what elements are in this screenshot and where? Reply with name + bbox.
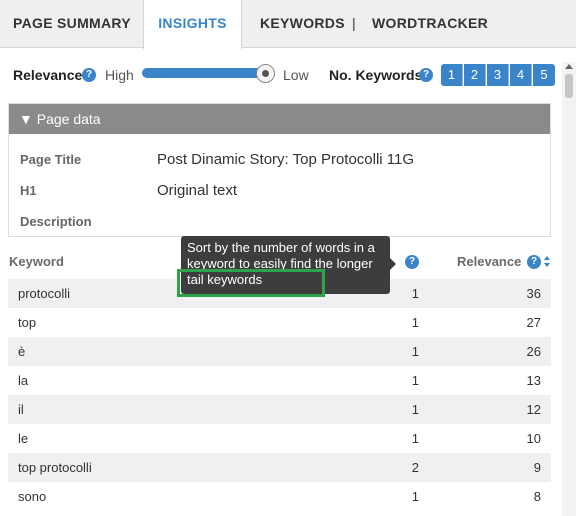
num-keywords-button-5[interactable]: 5 <box>533 64 555 86</box>
keyword-cell: il <box>18 402 24 417</box>
num-keywords-button-4[interactable]: 4 <box>510 64 532 86</box>
keyword-cell: top <box>18 315 37 330</box>
page-data-toggle[interactable]: ▼ Page data <box>9 104 550 134</box>
low-label: Low <box>283 67 309 83</box>
table-row[interactable]: le 1 10 <box>8 424 551 453</box>
keyword-cell: protocolli <box>18 286 71 301</box>
keyword-cell: è <box>18 344 26 359</box>
words-help-icon[interactable]: ? <box>405 255 419 269</box>
keyword-cell: le <box>18 431 29 446</box>
words-cell: 1 <box>411 402 419 417</box>
scrollbar[interactable] <box>562 62 576 516</box>
table-row[interactable]: top protocolli 2 9 <box>8 453 551 482</box>
sort-icon[interactable] <box>544 256 550 268</box>
words-cell: 1 <box>411 344 419 359</box>
num-keywords-help-icon[interactable]: ? <box>419 68 433 82</box>
high-label: High <box>105 67 134 83</box>
words-cell: 1 <box>411 373 419 388</box>
table-row[interactable]: il 1 12 <box>8 395 551 424</box>
num-keywords-button-2[interactable]: 2 <box>464 64 486 86</box>
tab-insights[interactable]: INSIGHTS <box>143 0 242 49</box>
relevance-cell: 26 <box>526 344 541 359</box>
words-cell: 2 <box>411 460 419 475</box>
relevance-cell: 36 <box>526 286 541 301</box>
relevance-cell: 9 <box>533 460 541 475</box>
keyword-cell: la <box>18 373 29 388</box>
description-label: Description <box>20 214 92 229</box>
words-cell: 1 <box>411 489 419 504</box>
relevance-column-header[interactable]: Relevance <box>457 254 521 269</box>
num-keywords-button-3[interactable]: 3 <box>487 64 509 86</box>
tab-page-summary[interactable]: PAGE SUMMARY <box>13 0 131 48</box>
relevance-cell: 8 <box>533 489 541 504</box>
h1-value: Original text <box>157 182 238 199</box>
keyword-column-header[interactable]: Keyword <box>9 254 64 269</box>
keyword-cell: sono <box>18 489 47 504</box>
num-keywords-label: No. Keywords <box>329 67 423 83</box>
words-cell: 1 <box>411 431 419 446</box>
keyword-cell: top protocolli <box>18 460 92 475</box>
relevance-slider-track[interactable] <box>142 68 270 78</box>
table-row[interactable]: sono 1 8 <box>8 482 551 511</box>
table-row[interactable]: è 1 26 <box>8 337 551 366</box>
relevance-help-icon[interactable]: ? <box>82 68 96 82</box>
tab-bar: PAGE SUMMARY INSIGHTS KEYWORDS | WORDTRA… <box>0 0 576 49</box>
tab-keywords[interactable]: KEYWORDS <box>260 0 345 48</box>
scroll-up-arrow-icon[interactable] <box>565 64 573 69</box>
relevance-cell: 13 <box>526 373 541 388</box>
relevance-label: Relevance <box>13 67 83 83</box>
num-keywords-button-1[interactable]: 1 <box>441 64 463 86</box>
relevance-column-help-icon[interactable]: ? <box>527 255 541 269</box>
words-cell: 1 <box>411 315 419 330</box>
page-title-label: Page Title <box>20 152 82 167</box>
h1-label: H1 <box>20 183 37 198</box>
scroll-thumb[interactable] <box>565 74 573 98</box>
page-title-value: Post Dinamic Story: Top Protocolli 11G <box>157 151 415 168</box>
relevance-cell: 27 <box>526 315 541 330</box>
table-row[interactable]: la 1 13 <box>8 366 551 395</box>
relevance-slider-thumb[interactable] <box>256 64 275 83</box>
tab-separator: | <box>352 15 356 31</box>
tab-wordtracker[interactable]: WORDTRACKER <box>372 0 488 48</box>
relevance-cell: 12 <box>526 402 541 417</box>
table-row[interactable]: top 1 27 <box>8 308 551 337</box>
highlight-box <box>177 269 325 297</box>
page-data-panel: ▼ Page data Page Title Post Dinamic Stor… <box>8 103 551 237</box>
words-cell: 1 <box>411 286 419 301</box>
relevance-cell: 10 <box>526 431 541 446</box>
